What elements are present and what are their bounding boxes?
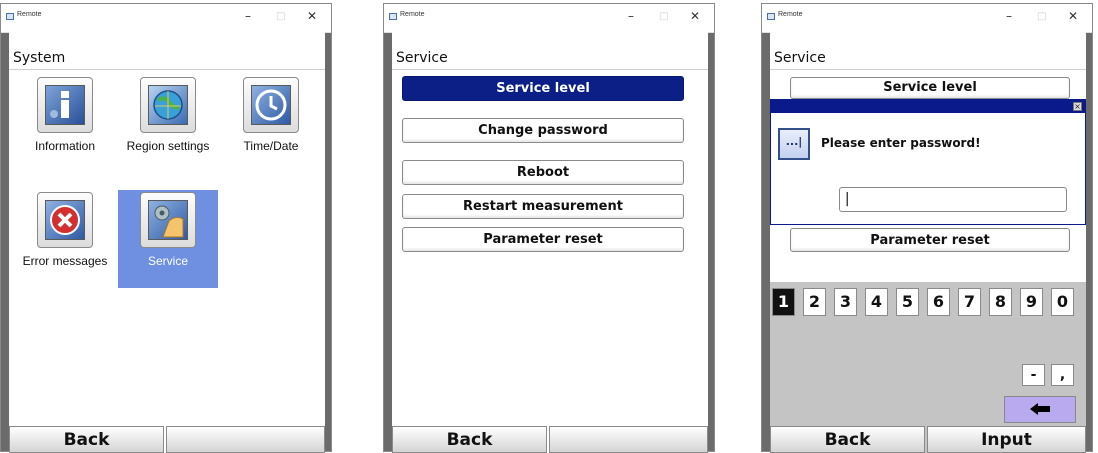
maximize-button[interactable]: □ [276,11,285,22]
maximize-button[interactable]: □ [1037,11,1046,22]
tile-frame [140,77,196,133]
tile-label: Service [147,254,188,268]
close-button[interactable]: ✕ [1068,9,1078,23]
tile-frame [37,77,93,133]
password-dialog: × ...| Please enter password! | [770,99,1086,225]
tile-region-settings[interactable]: Region settings [118,75,218,173]
device-screen: Service Service level × ...| Please ente… [770,32,1086,453]
key-0[interactable]: 0 [1051,288,1074,316]
divider [392,69,708,70]
softkey-right[interactable] [166,426,325,453]
dialog-title-bar: × [771,100,1085,113]
tile-information[interactable]: Information [15,75,115,173]
tile-label: Information [34,139,96,153]
info-icon [45,85,85,125]
reboot-button[interactable]: Reboot [402,160,684,185]
key-comma[interactable]: , [1051,364,1074,386]
service-level-button[interactable]: Service level [402,76,684,101]
parameter-reset-button[interactable]: Parameter reset [790,228,1070,252]
page-title: Service [396,50,448,66]
title-bar: Remote – □ ✕ [384,4,714,33]
password-icon: ...| [778,128,810,160]
tile-label: Error messages [22,254,108,268]
window-title: Remote [17,11,42,18]
divider [9,69,325,70]
page-title: Service [774,50,826,66]
globe-icon [148,85,188,125]
backspace-arrow-icon [1029,401,1051,420]
tile-label: Region settings [126,139,210,153]
app-icon [6,13,14,20]
key-4[interactable]: 4 [865,288,888,316]
back-button[interactable]: Back [770,426,925,453]
bottom-bar: Back Input [770,426,1086,453]
key-9[interactable]: 9 [1020,288,1043,316]
tile-frame [140,192,196,248]
minimize-button[interactable]: – [628,9,634,23]
backspace-button[interactable] [1004,396,1076,423]
app-icon [767,13,775,20]
tile-error-messages[interactable]: Error messages [15,190,115,288]
device-screen: Service Service level Change password Re… [392,32,708,453]
bottom-bar: Back [9,426,325,453]
bottom-bar: Back [392,426,708,453]
password-input[interactable]: | [839,187,1067,212]
tile-frame [37,192,93,248]
window-title: Remote [400,11,425,18]
title-bar: Remote – □ ✕ [762,4,1092,33]
key-3[interactable]: 3 [834,288,857,316]
maximize-button[interactable]: □ [659,11,668,22]
back-button[interactable]: Back [392,426,547,453]
remote-window-service: Remote – □ ✕ Service Service level Chang… [383,3,715,453]
remote-window-system: Remote – □ ✕ System Information Region s… [0,3,332,453]
window-title: Remote [778,11,803,18]
close-button[interactable]: ✕ [690,9,700,23]
dialog-close-icon[interactable]: × [1073,102,1082,111]
error-icon [45,200,85,240]
minimize-button[interactable]: – [245,9,251,23]
service-icon [148,200,188,240]
softkey-right[interactable] [549,426,708,453]
password-prompt: Please enter password! [821,136,981,150]
key-6[interactable]: 6 [927,288,950,316]
clock-icon [251,85,291,125]
minimize-button[interactable]: – [1006,9,1012,23]
tile-service[interactable]: Service [118,190,218,288]
back-button[interactable]: Back [9,426,164,453]
input-button[interactable]: Input [927,426,1086,453]
parameter-reset-button[interactable]: Parameter reset [402,227,684,252]
key-5[interactable]: 5 [896,288,919,316]
tile-frame [243,77,299,133]
title-bar: Remote – □ ✕ [1,4,331,33]
divider [770,69,1086,70]
device-screen: System Information Region settings Time/… [9,32,325,453]
change-password-button[interactable]: Change password [402,118,684,143]
close-button[interactable]: ✕ [307,9,317,23]
tile-time-date[interactable]: Time/Date [221,75,321,173]
key-2[interactable]: 2 [803,288,826,316]
service-level-button[interactable]: Service level [790,77,1070,99]
tile-label: Time/Date [243,139,299,153]
remote-window-password: Remote – □ ✕ Service Service level × ...… [761,3,1093,453]
app-icon [389,13,397,20]
key-7[interactable]: 7 [958,288,981,316]
page-title: System [13,50,66,66]
key-minus[interactable]: - [1022,364,1045,386]
restart-measurement-button[interactable]: Restart measurement [402,194,684,219]
key-1[interactable]: 1 [772,288,795,316]
key-8[interactable]: 8 [989,288,1012,316]
